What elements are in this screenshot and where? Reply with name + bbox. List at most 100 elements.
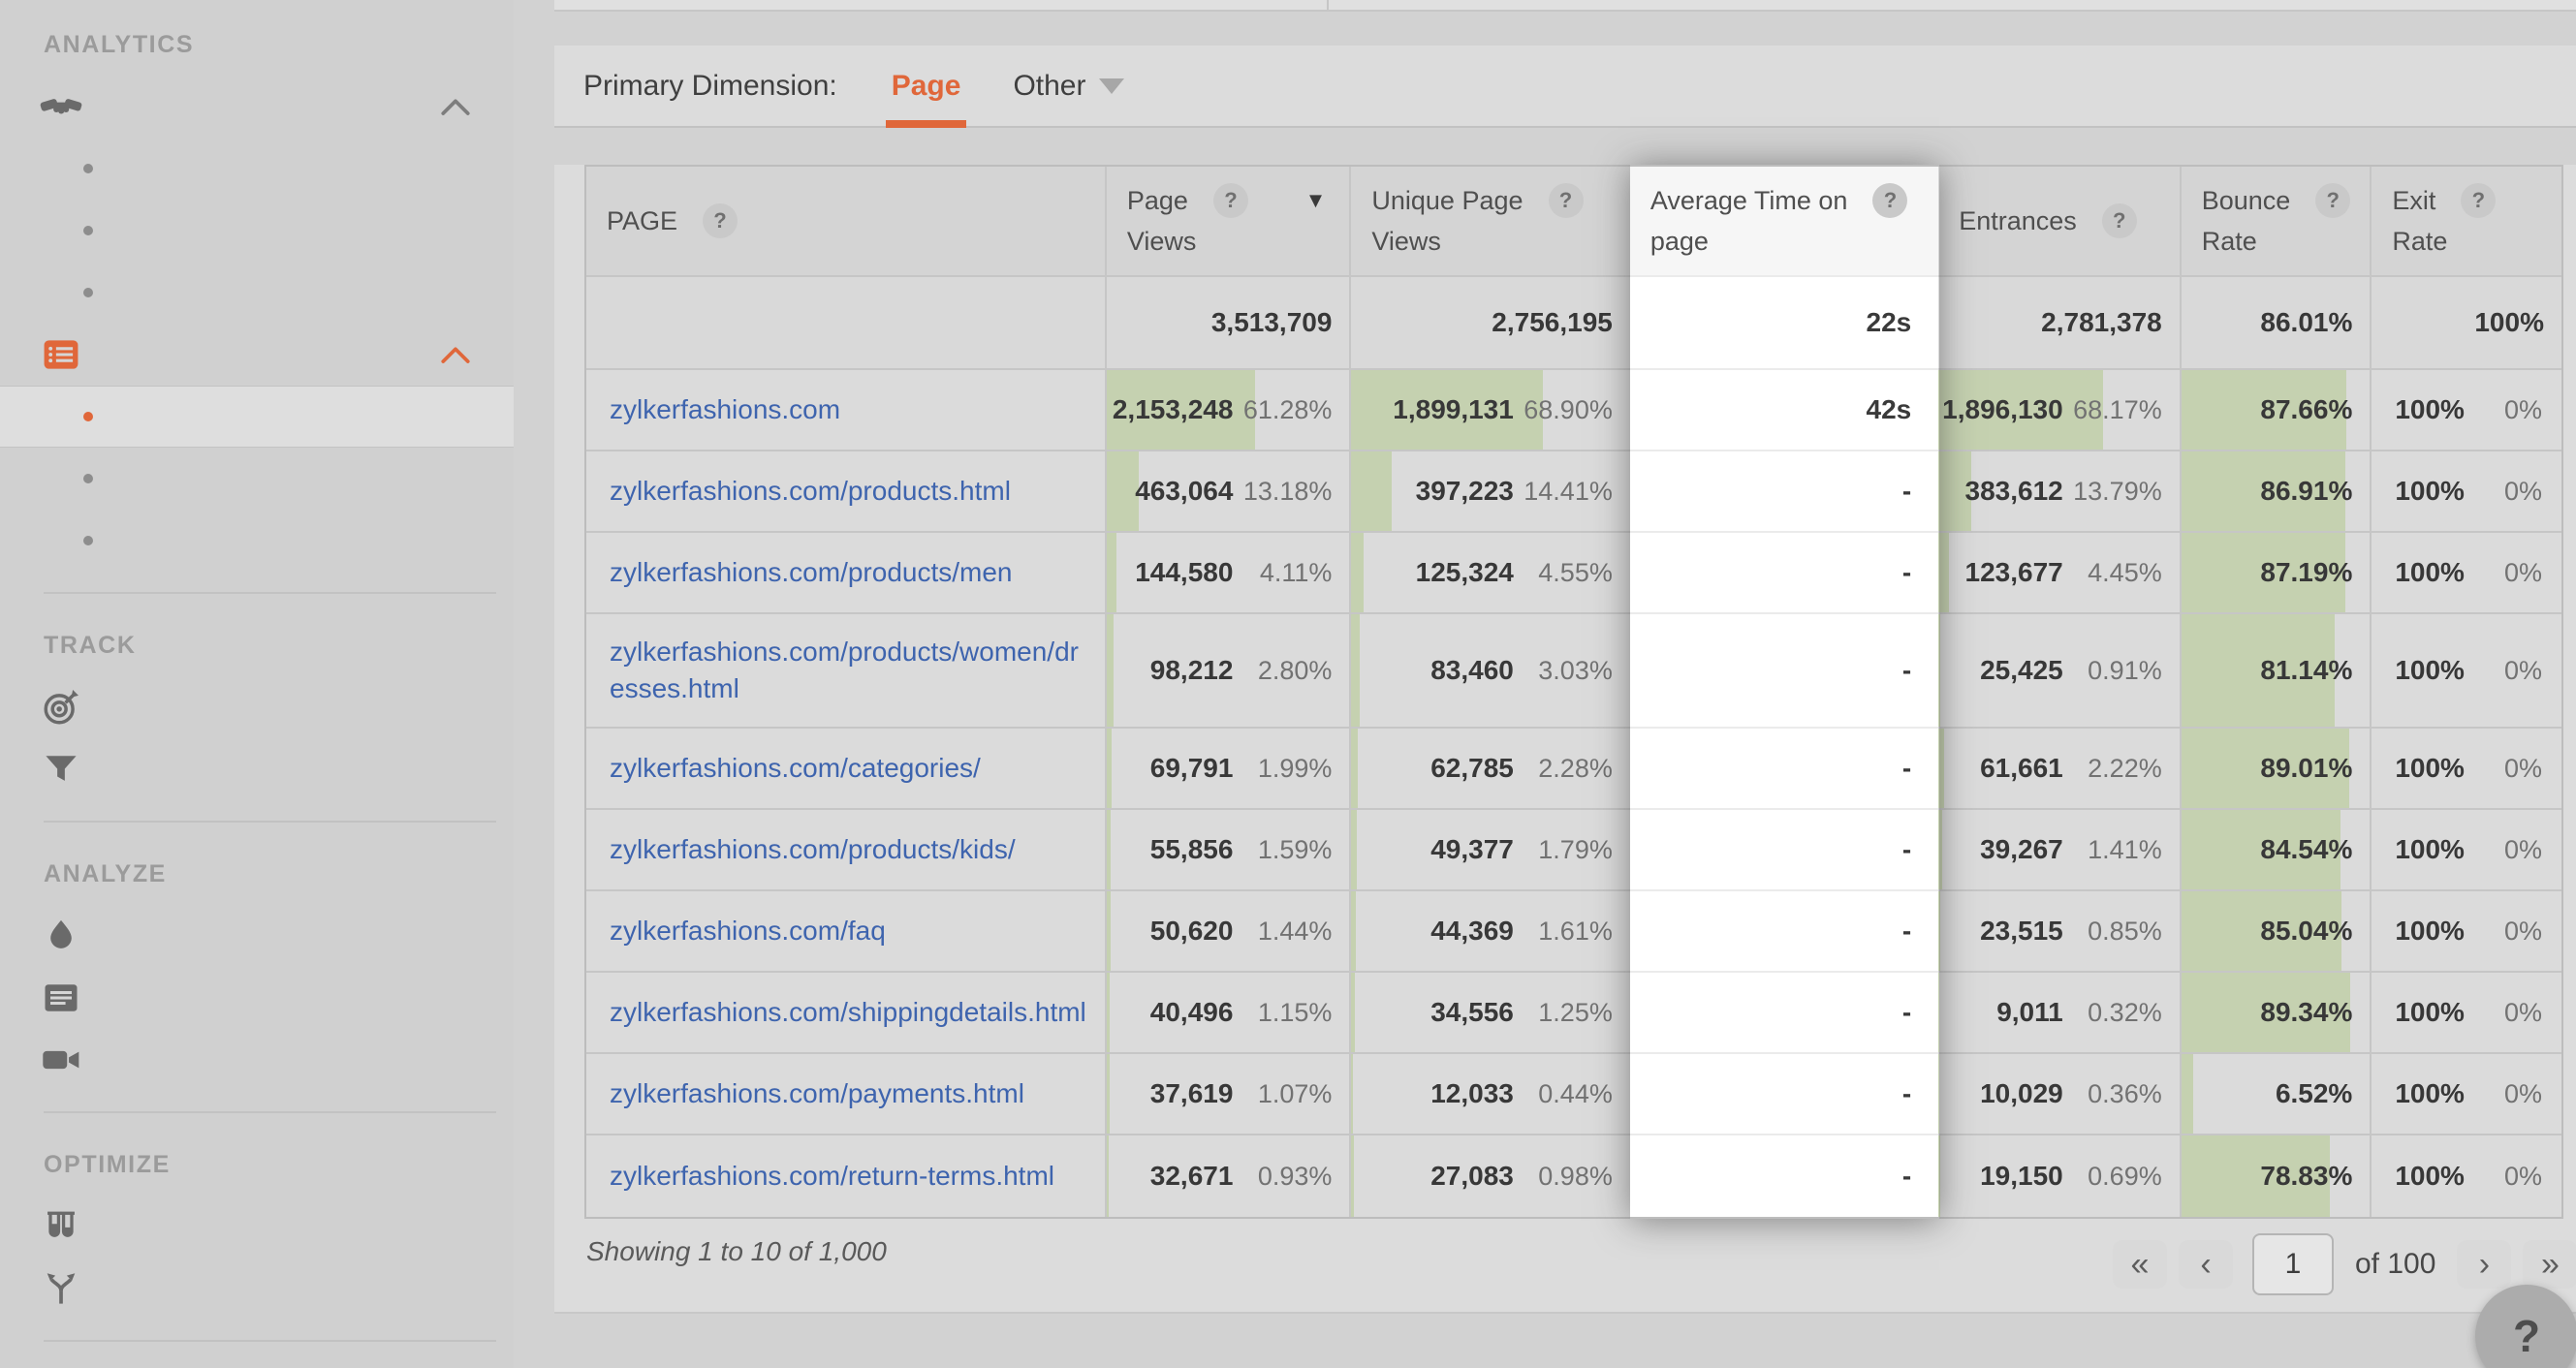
percentage-bar	[2182, 1054, 2194, 1134]
help-icon[interactable]: ?	[1872, 183, 1907, 218]
cell-avg-time-on-page: -	[1630, 810, 1938, 891]
column-header-unique-page-views[interactable]: Unique Page?Views	[1351, 167, 1629, 277]
column-header-exit-rate[interactable]: Exit?Rate	[2372, 167, 2561, 277]
column-header-page[interactable]: PAGE?	[586, 167, 1107, 277]
cell-avg-time-on-page: -	[1630, 891, 1938, 973]
column-header-bounce-rate[interactable]: Bounce?Rate	[2182, 167, 2372, 277]
cell-page-views: 463,06413.18%	[1107, 451, 1352, 533]
cell-bounce-rate: 85.04%	[2182, 891, 2372, 973]
column-header-label: PAGE	[607, 202, 677, 240]
form-icon	[40, 977, 82, 1019]
sidebar-item-split-url-test[interactable]	[0, 1258, 514, 1320]
sidebar-item-session-recording[interactable]	[0, 1029, 514, 1091]
percentage-bar	[1938, 614, 1940, 727]
next-page-button[interactable]: ›	[2457, 1240, 2511, 1289]
column-header-page-views[interactable]: Page?▼Views	[1107, 167, 1352, 277]
prev-page-button[interactable]: ‹	[2179, 1240, 2233, 1289]
cell-page-views: 40,4961.15%	[1107, 973, 1352, 1054]
help-icon[interactable]: ?	[1549, 183, 1584, 218]
sidebar-item-goals[interactable]	[0, 676, 514, 738]
sidebar-item-country[interactable]	[0, 262, 514, 324]
bullet-icon	[83, 536, 93, 545]
sidebar-item-exit-pages[interactable]	[0, 510, 514, 572]
funnel-icon	[40, 748, 82, 791]
percentage-bar	[1938, 810, 1942, 889]
sidebar-item-a-b-test[interactable]	[0, 1196, 514, 1258]
help-icon[interactable]: ?	[2315, 183, 2350, 218]
help-icon[interactable]: ?	[703, 203, 738, 238]
page-number-input[interactable]	[2252, 1233, 2334, 1295]
chevron-up-icon[interactable]	[439, 96, 472, 117]
tab-other[interactable]: Other	[1001, 46, 1136, 126]
sidebar-section-analytics: ANALYTICS	[0, 14, 514, 76]
column-header-entrances[interactable]: Entrances?	[1938, 167, 2182, 277]
cell-page: zylkerfashions.com/payments.html	[586, 1054, 1107, 1135]
page-link[interactable]: zylkerfashions.com	[610, 391, 840, 428]
sidebar-item-channels[interactable]	[0, 138, 514, 200]
percentage-bar	[1351, 1135, 1354, 1217]
cell-entrances: 25,4250.91%	[1938, 614, 2182, 729]
sidebar-item-behaviour[interactable]	[0, 324, 514, 386]
page-link[interactable]: zylkerfashions.com/products/women/dresse…	[610, 634, 1089, 707]
page-link[interactable]: zylkerfashions.com/shippingdetails.html	[610, 994, 1086, 1031]
percentage-bar	[1938, 533, 1949, 612]
sidebar-item-all-pages[interactable]	[0, 386, 514, 448]
sort-desc-icon[interactable]: ▼	[1305, 181, 1327, 220]
percentage-bar	[1351, 451, 1391, 531]
table-row: zylkerfashions.com/products/kids/55,8561…	[586, 810, 2561, 891]
help-icon[interactable]: ?	[1213, 183, 1248, 218]
table-row: zylkerfashions.com/return-terms.html 32,6…	[586, 1135, 2561, 1217]
table-row: zylkerfashions.com/payments.html37,6191.…	[586, 1054, 2561, 1135]
help-icon[interactable]: ?	[2461, 183, 2496, 218]
table-row: zylkerfashions.com/products/men144,5804.…	[586, 533, 2561, 614]
cell-bounce-rate: 89.01%	[2182, 729, 2372, 810]
page-link[interactable]: zylkerfashions.com/products/kids/	[610, 831, 1016, 868]
bullet-icon	[83, 164, 93, 173]
cell-page: zylkerfashions.com/products.html	[586, 451, 1107, 533]
cell-entrances: 39,2671.41%	[1938, 810, 2182, 891]
tab-other-label: Other	[1013, 70, 1085, 103]
cell-page-views: 98,2122.80%	[1107, 614, 1352, 729]
percentage-bar	[1351, 810, 1356, 889]
page-link[interactable]: zylkerfashions.com/products.html	[610, 473, 1011, 510]
cell-unique-page-views: 34,5561.25%	[1351, 973, 1629, 1054]
table-row: zylkerfashions.com/faq50,6201.44%44,3691…	[586, 891, 2561, 973]
column-header-label: Views	[1371, 222, 1441, 261]
percentage-bar	[1107, 1054, 1110, 1134]
sidebar-item-funnel-analysis[interactable]	[0, 738, 514, 800]
cell-page: zylkerfashions.com/faq	[586, 891, 1107, 973]
sidebar-item-landing-pages[interactable]	[0, 448, 514, 510]
summary-avg-time: 22s	[1630, 277, 1938, 370]
sidebar-item-form-analytics[interactable]	[0, 967, 514, 1029]
column-header-label: Rate	[2202, 222, 2257, 261]
column-header-label: page	[1650, 222, 1709, 261]
cell-entrances: 9,0110.32%	[1938, 973, 2182, 1054]
page-count-label: of 100	[2355, 1248, 2435, 1281]
cell-exit-rate: 100%0%	[2372, 451, 2561, 533]
page-link[interactable]: zylkerfashions.com/faq	[610, 913, 886, 949]
cell-bounce-rate: 87.19%	[2182, 533, 2372, 614]
tab-page[interactable]: Page	[880, 46, 973, 126]
page-link[interactable]: zylkerfashions.com/return-terms.html	[610, 1158, 1054, 1195]
page-link[interactable]: zylkerfashions.com/categories/	[610, 750, 981, 787]
column-header-label: Exit	[2392, 181, 2435, 220]
cell-avg-time-on-page: 42s	[1630, 370, 1938, 451]
sidebar-item-source-medium[interactable]	[0, 200, 514, 262]
page-link[interactable]: zylkerfashions.com/payments.html	[610, 1075, 1024, 1112]
sidebar-item-heatmap[interactable]	[0, 905, 514, 967]
cell-page: zylkerfashions.com/shippingdetails.html	[586, 973, 1107, 1054]
column-header-avg-time-on-page[interactable]: Average Time on?page	[1630, 167, 1938, 277]
table-summary-row: 3,513,7092,756,19522s2,781,37886.01%100%	[586, 277, 2561, 370]
sidebar-section-track: TRACK	[0, 614, 514, 676]
showing-text: Showing 1 to 10 of 1,000	[586, 1236, 887, 1267]
cell-page-views: 32,6710.93%	[1107, 1135, 1352, 1217]
cell-entrances: 19,1500.69%	[1938, 1135, 2182, 1217]
help-icon[interactable]: ?	[2102, 203, 2137, 238]
first-page-button[interactable]: «	[2113, 1240, 2167, 1289]
percentage-bar	[1938, 1054, 1939, 1134]
last-page-button[interactable]: »	[2523, 1240, 2576, 1289]
sidebar-item-acquisition[interactable]	[0, 76, 514, 138]
page-link[interactable]: zylkerfashions.com/products/men	[610, 554, 1013, 591]
cell-exit-rate: 100%0%	[2372, 533, 2561, 614]
chevron-up-icon[interactable]	[439, 344, 472, 365]
